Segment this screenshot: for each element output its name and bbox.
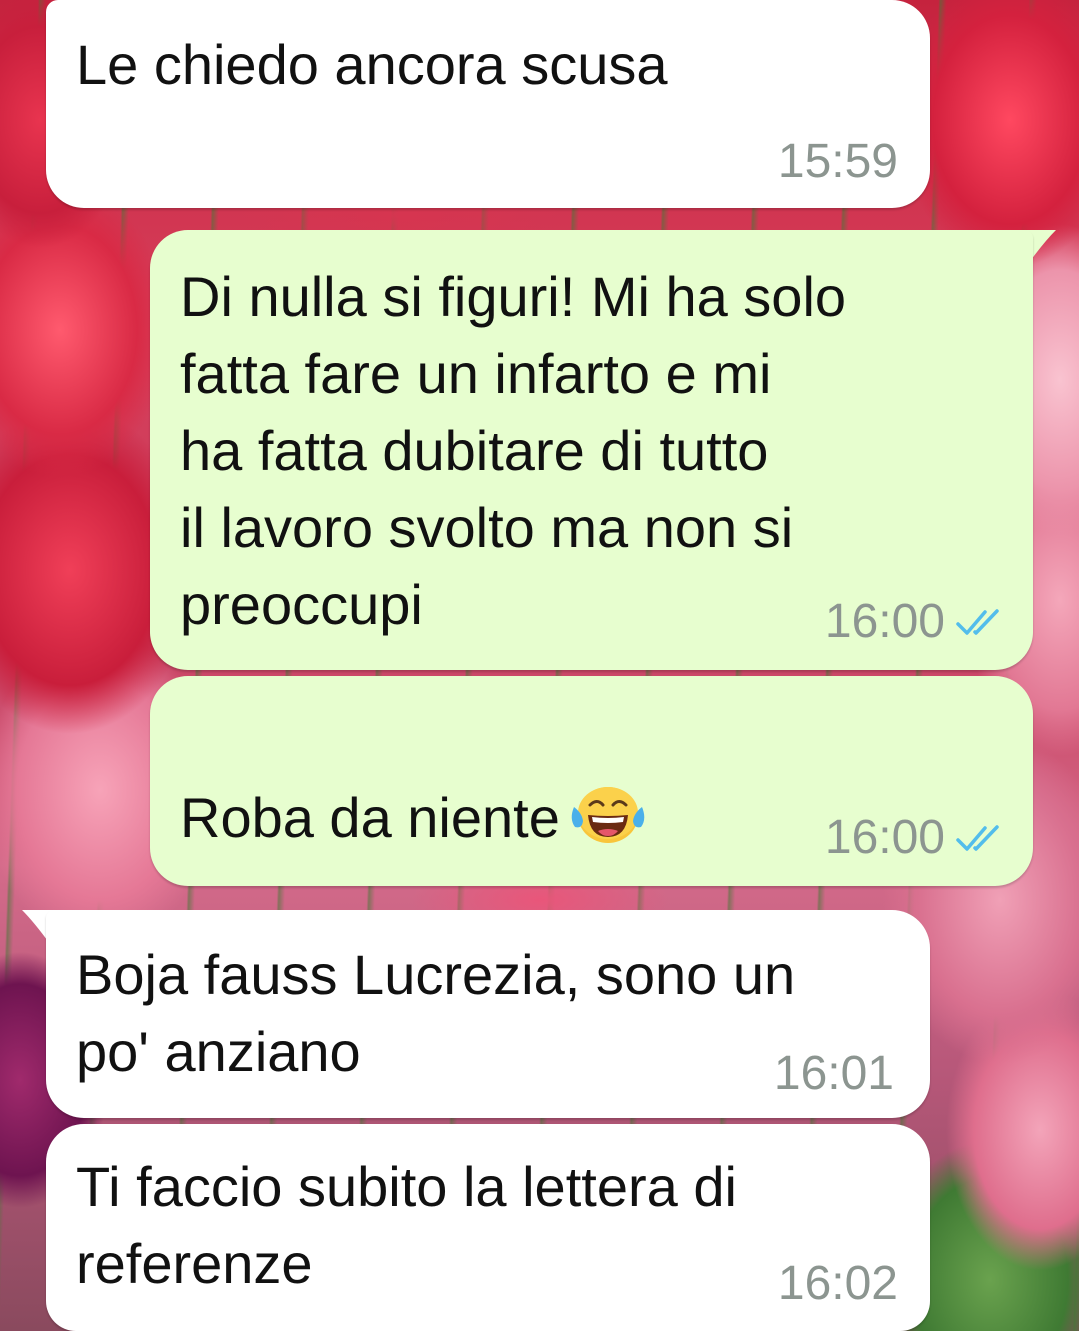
message-text: Roba da niente [180, 786, 560, 849]
message-text-line: Roba da niente [180, 702, 648, 856]
message-bubble-outgoing[interactable]: Di nulla si figuri! Mi ha solo fatta far… [150, 230, 1033, 670]
double-check-read-icon [955, 823, 1005, 853]
message-timestamp: 16:01 [773, 1047, 894, 1100]
message-timestamp: 16:02 [777, 1257, 898, 1310]
message-text: Di nulla si figuri! Mi ha solo fatta far… [180, 265, 847, 636]
double-check-read-icon [955, 607, 1005, 637]
message-timestamp: 16:00 [824, 595, 945, 648]
message-text: Boja fauss Lucrezia, sono un po' anziano [76, 943, 796, 1083]
message-bubble-outgoing[interactable]: Roba da niente 16:00 [150, 676, 1033, 886]
message-bubble-incoming[interactable]: Ti faccio subito la lettera di referenze… [46, 1124, 930, 1331]
face-with-tears-of-joy-icon [568, 783, 648, 847]
message-text: Le chiedo ancora scusa [76, 33, 668, 96]
message-timestamp: 16:00 [824, 811, 945, 864]
message-text: Ti faccio subito la lettera di referenze [76, 1155, 737, 1295]
message-bubble-incoming[interactable]: Le chiedo ancora scusa 15:59 [46, 0, 930, 208]
message-timestamp: 15:59 [777, 135, 898, 188]
message-bubble-incoming[interactable]: Boja fauss Lucrezia, sono un po' anziano… [46, 910, 930, 1118]
chat-message-list[interactable]: Le chiedo ancora scusa 15:59 Di nulla si… [0, 0, 1079, 1331]
